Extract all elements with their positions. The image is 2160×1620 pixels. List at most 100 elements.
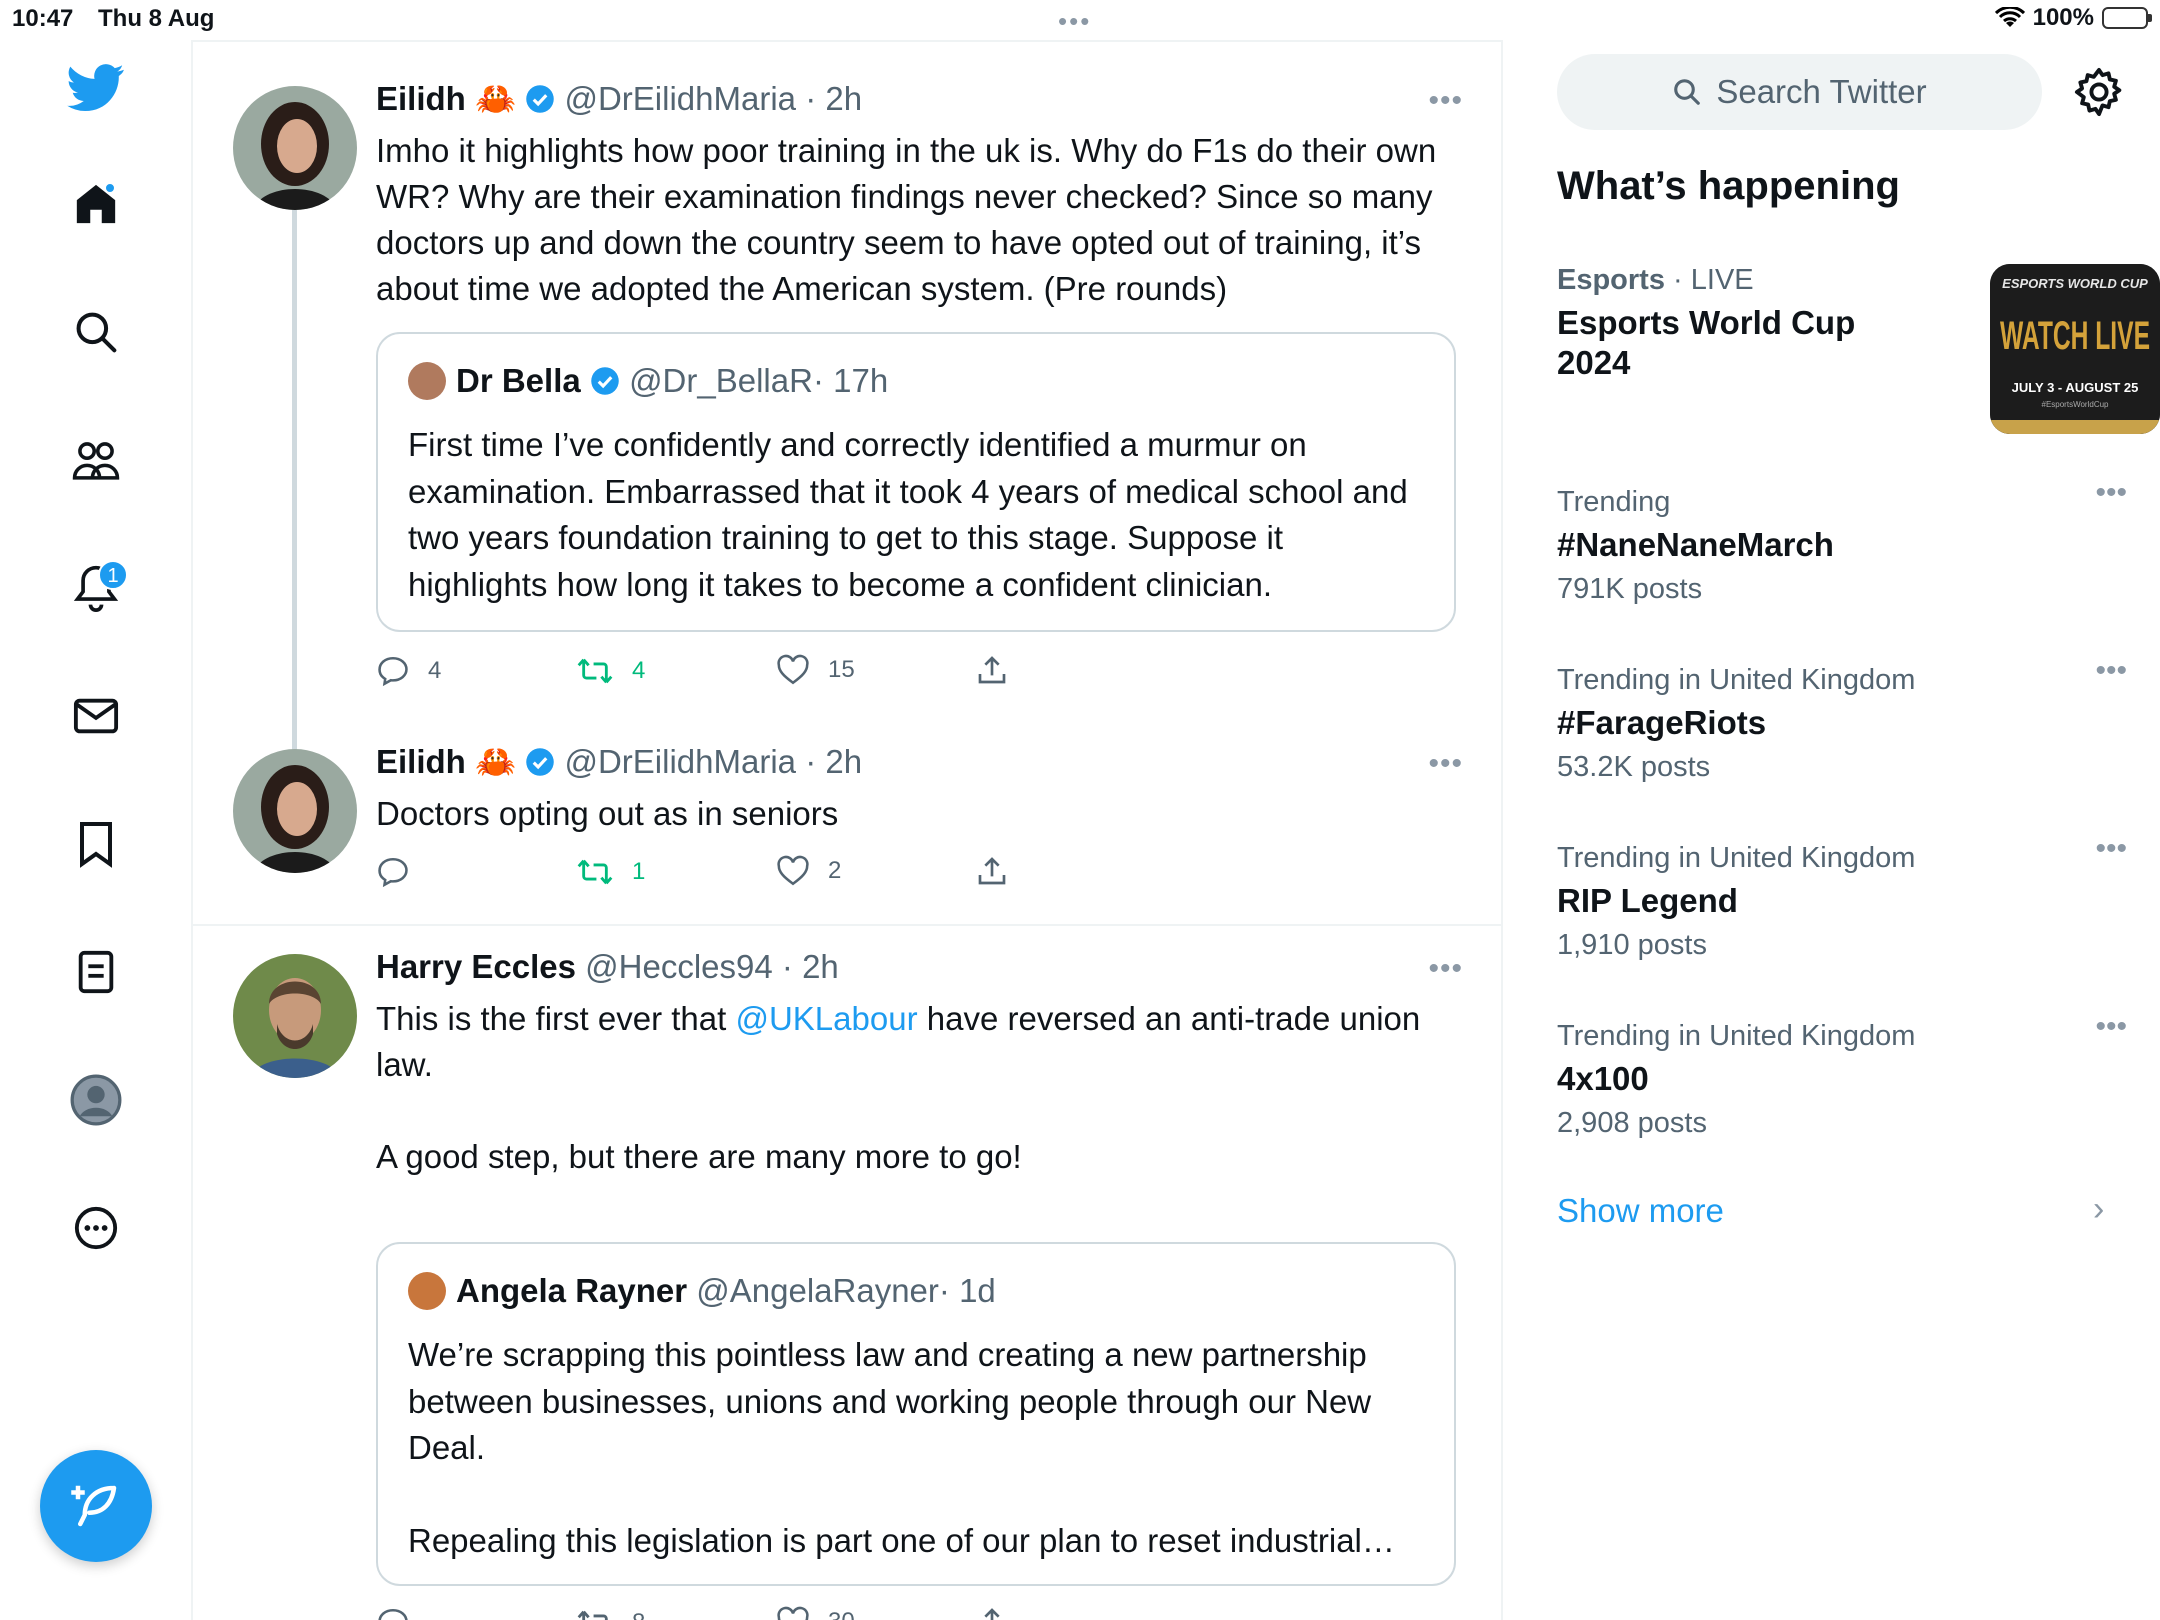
share-button[interactable] bbox=[976, 654, 1008, 686]
avatar[interactable] bbox=[233, 86, 357, 210]
esports-thumbnail[interactable]: ESPORTS WORLD CUP WATCH LIVE JULY 3 - AU… bbox=[1990, 264, 2160, 434]
envelope-icon bbox=[73, 698, 119, 734]
tweet-time[interactable]: · 2h bbox=[805, 80, 862, 117]
retweet-button[interactable]: 4 bbox=[576, 654, 645, 688]
reply-button[interactable] bbox=[376, 855, 410, 889]
tweet-header: Eilidh 🦀 @DrEilidhMaria · 2h bbox=[376, 80, 862, 119]
nav-bookmarks[interactable] bbox=[66, 814, 126, 874]
quoted-tweet[interactable]: Angela Rayner @AngelaRayner · 1d We’re s… bbox=[376, 1242, 1456, 1586]
mention-link[interactable]: @UKLabour bbox=[735, 1000, 917, 1037]
retweet-button[interactable]: 1 bbox=[576, 855, 645, 889]
quoted-tweet[interactable]: Dr Bella @Dr_BellaR · 17h First time I’v… bbox=[376, 332, 1456, 632]
trend-more-icon[interactable]: ••• bbox=[2095, 1010, 2127, 1044]
compose-tweet-button[interactable] bbox=[40, 1450, 152, 1562]
trend-more-icon[interactable]: ••• bbox=[2095, 654, 2127, 688]
avatar[interactable] bbox=[233, 954, 357, 1078]
author-name[interactable]: Eilidh bbox=[376, 80, 466, 117]
retweet-button[interactable]: 8 bbox=[576, 1606, 645, 1620]
trend-post-count: 791K posts bbox=[1557, 573, 1703, 605]
trend-post-count: 53.2K posts bbox=[1557, 751, 1711, 783]
list-icon bbox=[78, 950, 114, 994]
home-new-dot bbox=[104, 182, 116, 194]
retweet-icon bbox=[577, 859, 613, 885]
nav-messages[interactable] bbox=[66, 686, 126, 746]
author-handle[interactable]: @Heccles94 bbox=[585, 948, 773, 985]
sidebar: Search Twitter What’s happening Esports … bbox=[1503, 40, 2160, 1620]
compose-feather-icon bbox=[71, 1485, 117, 1527]
status-date: Thu 8 Aug bbox=[98, 5, 215, 32]
share-button[interactable] bbox=[976, 1606, 1008, 1620]
nav-home[interactable] bbox=[66, 174, 126, 234]
author-name[interactable]: Eilidh bbox=[376, 743, 466, 780]
reply-button[interactable]: 4 bbox=[376, 654, 441, 688]
like-count: 15 bbox=[828, 656, 855, 683]
retweet-count: 1 bbox=[632, 858, 646, 885]
trend-more-icon[interactable]: ••• bbox=[2095, 832, 2127, 866]
chevron-right-icon[interactable]: › bbox=[2093, 1190, 2104, 1229]
multitasking-dots-icon[interactable]: ••• bbox=[1058, 6, 1091, 37]
tweet-divider bbox=[193, 924, 1503, 926]
whats-happening-title: What’s happening bbox=[1557, 164, 1900, 208]
thumb-main-text: WATCH LIVE bbox=[2000, 314, 2150, 358]
tweet-text: This is the first ever that @UKLabour ha… bbox=[376, 996, 1456, 1180]
nav-communities[interactable] bbox=[66, 430, 126, 490]
verified-badge-icon bbox=[526, 85, 555, 113]
trend-item[interactable]: Trending in United Kingdom #FarageRiots … bbox=[1557, 654, 2127, 784]
search-placeholder: Search Twitter bbox=[1716, 73, 1927, 110]
timeline-feed[interactable]: Eilidh 🦀 @DrEilidhMaria · 2h ••• Imho it… bbox=[193, 40, 1503, 1620]
nav-more[interactable] bbox=[66, 1198, 126, 1258]
quoted-tweet-time: · 1d bbox=[938, 1272, 996, 1309]
reply-count: 4 bbox=[428, 657, 442, 684]
reply-button[interactable] bbox=[376, 1606, 410, 1620]
show-more-link[interactable]: Show more bbox=[1557, 1192, 1724, 1230]
trend-title: 4x100 bbox=[1557, 1060, 1649, 1097]
more-circle-icon bbox=[74, 1206, 118, 1250]
trend-item[interactable]: Esports · LIVE Esports World Cup 2024 ES… bbox=[1557, 264, 2160, 474]
nav-explore[interactable] bbox=[66, 302, 126, 362]
quoted-author-name: Dr Bella bbox=[456, 362, 581, 399]
tweet-actions: 4 4 15 bbox=[376, 654, 1076, 694]
tweet-text-part: This is the first ever that bbox=[376, 1000, 736, 1037]
retweet-icon bbox=[577, 1610, 608, 1620]
like-button[interactable]: 30 bbox=[776, 1606, 855, 1620]
status-time: 10:47 bbox=[12, 5, 74, 32]
share-icon bbox=[978, 656, 1006, 684]
author-name[interactable]: Harry Eccles bbox=[376, 948, 576, 985]
quoted-tweet-time: · 17h bbox=[812, 362, 889, 399]
nav-notifications[interactable]: 1 bbox=[66, 558, 128, 618]
author-handle[interactable]: @DrEilidhMaria bbox=[564, 80, 796, 117]
quoted-author-handle: @AngelaRayner bbox=[696, 1272, 939, 1309]
like-button[interactable]: 15 bbox=[776, 654, 855, 686]
like-button[interactable]: 2 bbox=[776, 855, 841, 887]
share-button[interactable] bbox=[976, 855, 1008, 887]
reply-icon bbox=[378, 656, 408, 687]
author-handle[interactable]: @DrEilidhMaria bbox=[564, 743, 796, 780]
trend-item[interactable]: Trending #NaneNaneMarch 791K posts ••• bbox=[1557, 476, 2127, 606]
trend-item[interactable]: Trending in United Kingdom RIP Legend 1,… bbox=[1557, 832, 2127, 962]
trend-category: Trending in United Kingdom bbox=[1557, 664, 1916, 696]
nav-lists[interactable] bbox=[66, 942, 126, 1002]
trend-category: Trending in United Kingdom bbox=[1557, 842, 1916, 874]
trend-item[interactable]: Trending in United Kingdom 4x100 2,908 p… bbox=[1557, 1010, 2127, 1140]
status-right: 100% bbox=[1994, 4, 2152, 32]
like-count: 30 bbox=[828, 1608, 855, 1620]
twitter-logo-icon[interactable] bbox=[66, 58, 126, 118]
quoted-tweet-header: Angela Rayner @AngelaRayner · 1d bbox=[408, 1272, 996, 1310]
crab-emoji: 🦀 bbox=[475, 743, 517, 780]
gear-icon[interactable] bbox=[2073, 66, 2125, 118]
tweet-more-icon[interactable]: ••• bbox=[1428, 952, 1463, 986]
quoted-author-handle: @Dr_BellaR bbox=[629, 362, 813, 399]
avatar[interactable] bbox=[233, 749, 357, 873]
tweet-more-icon[interactable]: ••• bbox=[1428, 84, 1463, 118]
tweet-time[interactable]: · 2h bbox=[782, 948, 839, 985]
heart-icon bbox=[777, 855, 809, 886]
battery-percent: 100% bbox=[2032, 4, 2094, 31]
tweet-actions: 1 2 bbox=[376, 855, 1076, 895]
tweet-more-icon[interactable]: ••• bbox=[1428, 747, 1463, 781]
thread-connector bbox=[292, 192, 297, 780]
search-input[interactable]: Search Twitter bbox=[1557, 54, 2042, 130]
nav-profile[interactable] bbox=[66, 1070, 126, 1130]
trend-more-icon[interactable]: ••• bbox=[2095, 476, 2127, 510]
tweet-time[interactable]: · 2h bbox=[805, 743, 862, 780]
status-bar: 10:47 Thu 8 Aug ••• 100% bbox=[0, 0, 2160, 40]
